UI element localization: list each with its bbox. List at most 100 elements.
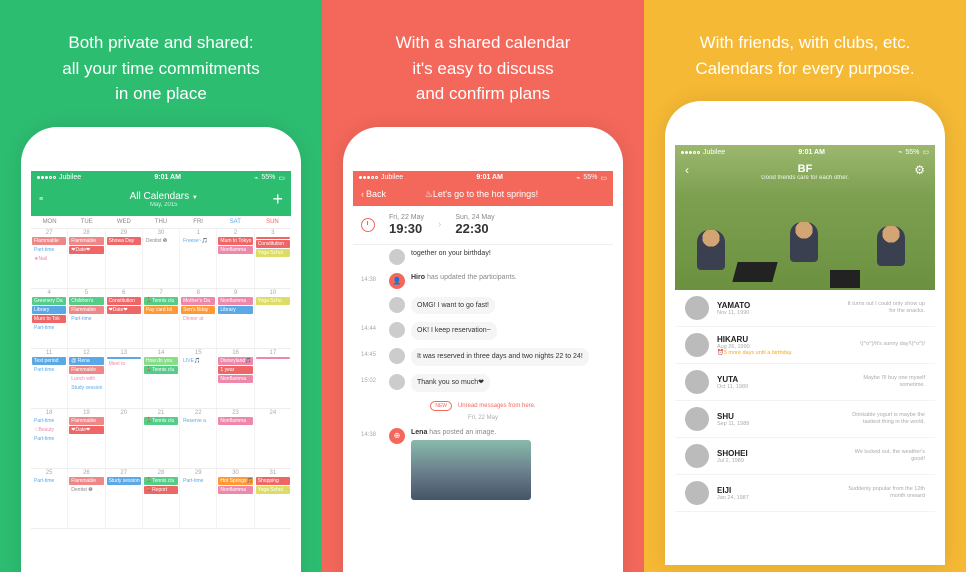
calendar-event[interactable]: Part-time (32, 246, 66, 254)
calendar-day[interactable]: 15LIVE🎵 (180, 349, 217, 408)
calendar-event[interactable]: Dentist ❺ (144, 237, 178, 245)
menu-icon[interactable]: ≡ (39, 196, 55, 203)
calendar-event[interactable]: Dinner at (181, 315, 215, 323)
calendar-event[interactable]: Part-time (32, 477, 66, 485)
friend-item[interactable]: SHUSep 11, 1989Drinkable yogurt is maybe… (675, 401, 935, 438)
calendar-event[interactable]: Study session (107, 477, 141, 485)
calendar-event[interactable]: Children's (69, 297, 103, 305)
calendar-event[interactable]: Nonflamma (218, 297, 252, 305)
calendar-event[interactable]: 🏃Tennis clu (144, 477, 178, 485)
calendar-day[interactable]: 20 (106, 409, 143, 468)
calendar-day[interactable]: 10Yoga Scho (255, 289, 291, 348)
calendar-day[interactable]: 22Reserve a (180, 409, 217, 468)
calendar-event[interactable]: Flammable (69, 237, 103, 245)
calendar-event[interactable]: Part-time (32, 324, 66, 332)
calendar-day[interactable]: 26FlammableDentist ❺ (68, 469, 105, 528)
event-summary[interactable]: Fri, 22 May 19:30 › Sun, 24 May 22:30 (353, 206, 613, 245)
calendar-event[interactable]: Mum to Tok (32, 315, 66, 323)
calendar-event[interactable]: 🏃Tennis clu (144, 297, 178, 305)
calendar-event[interactable]: ☆Beauty (32, 426, 66, 434)
calendar-day[interactable]: 16Disneyland🎵1 yearNonflamma (217, 349, 254, 408)
calendar-event[interactable]: ★Nail (32, 255, 66, 263)
calendar-event[interactable]: Yoga Schol (256, 486, 290, 494)
calendar-day[interactable]: 24 (255, 409, 291, 468)
calendar-event[interactable]: Pay card bil (144, 306, 178, 314)
calendar-day[interactable]: 21🏃Tennis clu (143, 409, 180, 468)
calendar-day[interactable]: 8Mother's DaSen's BdayDinner at (180, 289, 217, 348)
calendar-title[interactable]: All Calendars (130, 191, 189, 202)
calendar-day[interactable]: 9NonflammaLibrary (217, 289, 254, 348)
calendar-event[interactable]: Shopping (256, 477, 290, 485)
calendar-event[interactable]: Disneyland🎵 (218, 357, 252, 365)
calendar-event[interactable]: Flammable (69, 306, 103, 314)
message-list[interactable]: together on your birthday! 14:38👤Hiro ha… (353, 245, 613, 505)
add-event-button[interactable]: + (272, 189, 283, 210)
calendar-day[interactable]: 29Part-time (180, 469, 217, 528)
calendar-day[interactable]: 12@ RenaFlammableLunch withStudy session (68, 349, 105, 408)
calendar-event[interactable]: Showa Day (107, 237, 141, 245)
back-button[interactable]: ‹Back (361, 189, 386, 199)
friend-item[interactable]: HIKARUAug 26, 1990⏰5 more days until a b… (675, 327, 935, 364)
calendar-event[interactable]: ❤Date❤ (69, 246, 103, 254)
calendar-day[interactable]: 5Children'sFlammablePart-time (68, 289, 105, 348)
calendar-event[interactable]: Part-time (32, 417, 66, 425)
calendar-event[interactable]: @ Rena (69, 357, 103, 365)
calendar-event[interactable]: Flammable (69, 477, 103, 485)
calendar-event[interactable]: Test period (32, 357, 66, 365)
calendar-day[interactable]: 27FlammablePart-time★Nail (31, 229, 68, 288)
calendar-event[interactable]: Flammable (69, 366, 103, 374)
calendar-event[interactable]: Nonflamma (218, 375, 252, 383)
friend-item[interactable]: EIJIJan 24, 1987Suddenly popular from th… (675, 475, 935, 512)
calendar-day[interactable]: 13Meet to (106, 349, 143, 408)
calendar-event[interactable]: Part-time (32, 366, 66, 374)
calendar-event[interactable]: Sen's Bday (181, 306, 215, 314)
calendar-event[interactable]: Library (218, 306, 252, 314)
calendar-event[interactable]: Nonflamma (218, 486, 252, 494)
calendar-event[interactable]: Nonflamma (218, 246, 252, 254)
calendar-event[interactable]: Meet to (107, 360, 141, 368)
calendar-event[interactable]: Yoga Schol (256, 249, 290, 257)
calendar-day[interactable]: 29Showa Day (106, 229, 143, 288)
calendar-day[interactable]: 2Mum to TokyoNonflamma (217, 229, 254, 288)
calendar-event[interactable]: Part-time (181, 477, 215, 485)
friend-item[interactable]: SHOHEIJul 2, 1989We lucked out, the weat… (675, 438, 935, 475)
calendar-day[interactable]: 11Test periodPart-time (31, 349, 68, 408)
calendar-day[interactable]: 27Study session (106, 469, 143, 528)
calendar-day[interactable]: 25Part-time (31, 469, 68, 528)
calendar-grid[interactable]: 27FlammablePart-time★Nail28Flammable❤Dat… (31, 229, 291, 529)
calendar-event[interactable]: ❤Date❤ (69, 426, 103, 434)
calendar-event[interactable]: Part-time (32, 435, 66, 443)
calendar-event[interactable]: 🏃Report (144, 486, 178, 494)
calendar-event[interactable]: LIVE🎵 (181, 357, 215, 365)
calendar-day[interactable]: 30Hot Springs🎵Nonflamma (217, 469, 254, 528)
calendar-day[interactable]: 28Flammable❤Date❤ (68, 229, 105, 288)
calendar-day[interactable]: 19Flammable❤Date❤ (68, 409, 105, 468)
calendar-event[interactable]: Yoga Scho (256, 297, 290, 305)
calendar-event[interactable]: Constitution (256, 240, 290, 248)
calendar-day[interactable]: 3ConstitutionYoga Schol (255, 229, 291, 288)
calendar-event[interactable]: Mum to Tokyo (218, 237, 252, 245)
calendar-event[interactable]: Lunch with (69, 375, 103, 383)
calendar-event[interactable]: Study session (69, 384, 103, 392)
calendar-day[interactable]: 1Freese~🎵 (180, 229, 217, 288)
calendar-event[interactable] (256, 357, 290, 359)
calendar-event[interactable]: Mother's Da (181, 297, 215, 305)
calendar-event[interactable]: Hot Springs🎵 (218, 477, 252, 485)
back-icon[interactable]: ‹ (685, 163, 689, 177)
calendar-event[interactable] (256, 237, 290, 239)
calendar-day[interactable]: 17 (255, 349, 291, 408)
calendar-day[interactable]: 14How do you🏃Tennis clu (143, 349, 180, 408)
calendar-event[interactable]: Dentist ❺ (69, 486, 103, 494)
calendar-event[interactable]: 1 year (218, 366, 252, 374)
calendar-day[interactable]: 31ShoppingYoga Schol (255, 469, 291, 528)
calendar-day[interactable]: 6Constitution❤Date❤ (106, 289, 143, 348)
posted-image[interactable] (411, 440, 531, 500)
friends-list[interactable]: YAMATONov 11, 1990It turns out I could o… (675, 290, 935, 512)
calendar-event[interactable]: Constitution (107, 297, 141, 305)
calendar-event[interactable]: Nonflamma (218, 417, 252, 425)
calendar-event[interactable]: 🏃Tennis clu (144, 366, 178, 374)
calendar-event[interactable]: ❤Date❤ (107, 306, 141, 314)
calendar-event[interactable]: How do you (144, 357, 178, 365)
calendar-event[interactable]: Greenery Da (32, 297, 66, 305)
gear-icon[interactable]: ⚙ (914, 163, 925, 177)
